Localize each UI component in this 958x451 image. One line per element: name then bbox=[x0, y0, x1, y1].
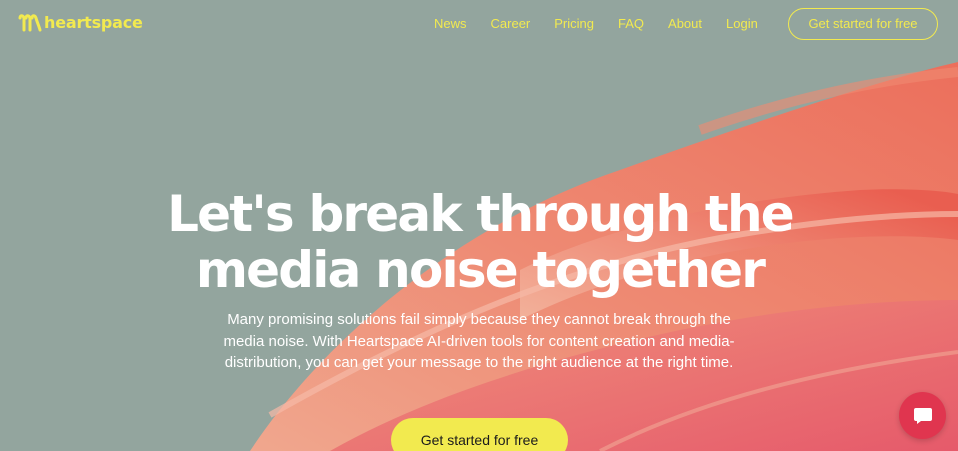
hero-subtitle: Many promising solutions fail simply bec… bbox=[223, 311, 735, 371]
chat-widget-button[interactable] bbox=[899, 392, 946, 439]
hero-title: Let's break through the media noise toge… bbox=[130, 186, 830, 298]
main-nav: News Career Pricing FAQ About Login bbox=[434, 16, 758, 32]
nav-link-faq[interactable]: FAQ bbox=[618, 16, 644, 32]
nav-link-about[interactable]: About bbox=[668, 16, 702, 32]
get-started-header-button[interactable]: Get started for free bbox=[788, 8, 938, 40]
nav-link-career[interactable]: Career bbox=[491, 16, 531, 32]
hero-title-line-1: Let's break through the bbox=[167, 185, 795, 243]
heartspace-logo-icon bbox=[18, 14, 42, 32]
nav-link-login[interactable]: Login bbox=[726, 16, 758, 32]
nav-link-news[interactable]: News bbox=[434, 16, 467, 32]
brand-name: heartspace bbox=[44, 13, 143, 32]
top-navigation-bar: heartspace News Career Pricing FAQ About… bbox=[0, 0, 958, 48]
nav-link-pricing[interactable]: Pricing bbox=[554, 16, 594, 32]
hero-title-line-2: media noise together bbox=[195, 241, 766, 299]
brand-logo[interactable]: heartspace bbox=[18, 12, 143, 34]
get-started-hero-button[interactable]: Get started for free bbox=[391, 418, 568, 451]
chat-icon bbox=[913, 407, 932, 424]
